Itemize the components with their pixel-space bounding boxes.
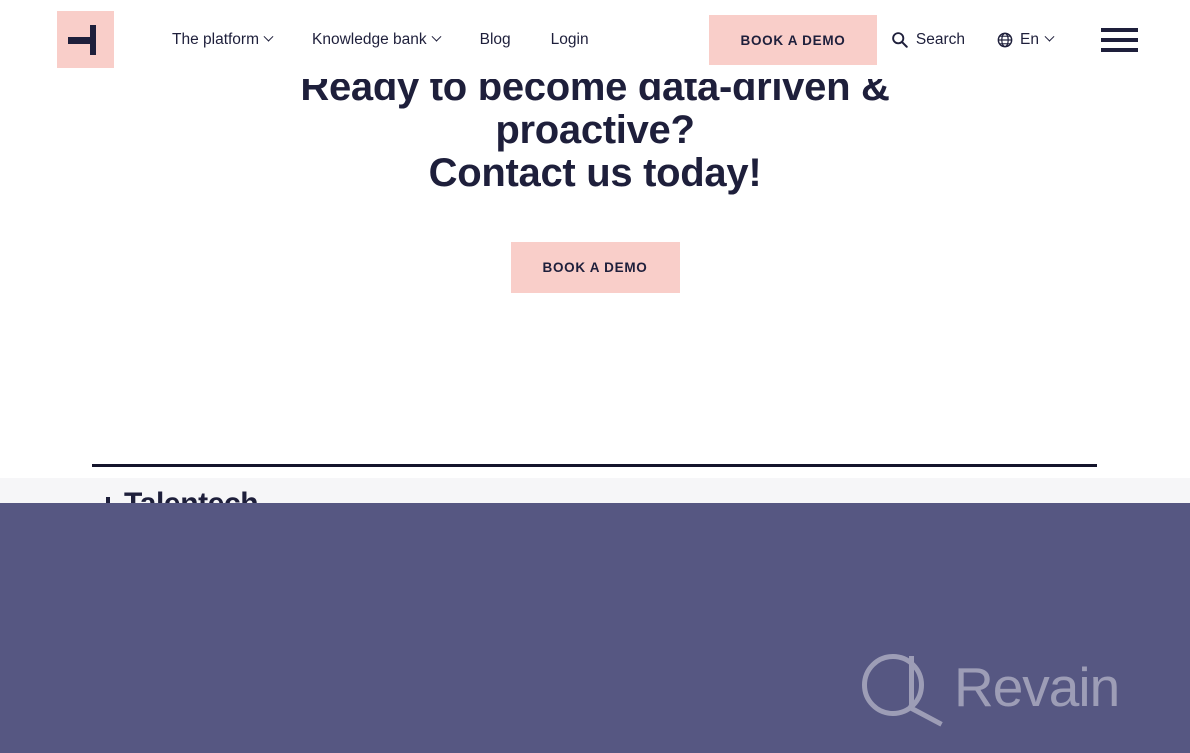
site-header: The platform Knowledge bank Blog Login B… xyxy=(0,0,1190,79)
page-title: Ready to become data-driven & proactive?… xyxy=(0,66,1190,195)
hero-section: Ready to become data-driven & proactive?… xyxy=(0,66,1190,293)
nav-item-knowledge-bank[interactable]: Knowledge bank xyxy=(292,31,460,49)
chevron-down-icon xyxy=(431,31,442,42)
language-selector[interactable]: En xyxy=(981,31,1069,49)
nav-label: Blog xyxy=(479,30,511,48)
nav-item-blog[interactable]: Blog xyxy=(460,31,531,49)
nav-item-login[interactable]: Login xyxy=(531,31,609,49)
header-book-a-demo-button[interactable]: BOOK A DEMO xyxy=(709,15,877,65)
nav-label: The platform xyxy=(172,30,260,48)
language-label: En xyxy=(1020,30,1039,48)
heading-line-2: proactive? xyxy=(495,108,695,152)
globe-icon xyxy=(997,32,1013,47)
section-divider xyxy=(92,464,1097,467)
search-button[interactable]: Search xyxy=(875,31,981,49)
search-icon xyxy=(892,32,908,48)
hamburger-menu-button[interactable] xyxy=(1087,27,1152,52)
header-utilities: Search En xyxy=(875,0,1152,79)
nav-item-the-platform[interactable]: The platform xyxy=(172,31,292,49)
primary-nav: The platform Knowledge bank Blog Login xyxy=(172,31,609,49)
nav-label: Knowledge bank xyxy=(312,30,427,48)
cookie-consent-banner: Talentech This website uses cookies We u… xyxy=(0,503,1190,753)
heading-line-3: Contact us today! xyxy=(428,151,762,195)
talentech-logo-icon[interactable] xyxy=(57,11,114,68)
search-label: Search xyxy=(915,30,966,48)
nav-label: Login xyxy=(550,30,589,48)
chevron-down-icon xyxy=(263,31,274,42)
chevron-down-icon xyxy=(1044,31,1055,42)
hero-book-a-demo-button[interactable]: BOOK A DEMO xyxy=(510,242,680,293)
